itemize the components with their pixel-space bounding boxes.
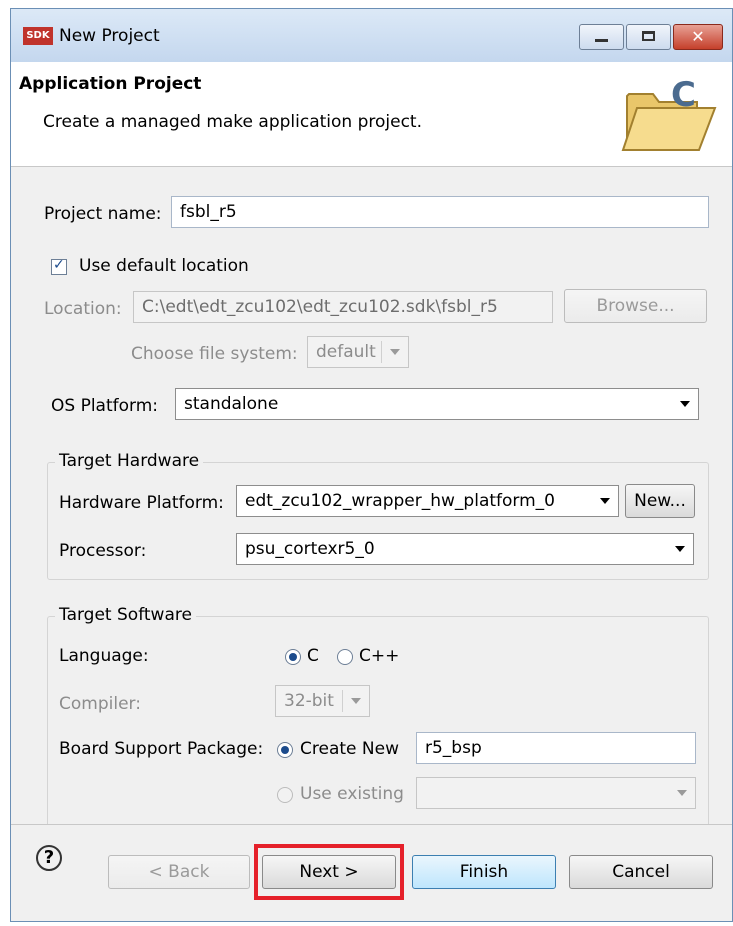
window-title: New Project: [59, 26, 160, 46]
target-hardware-title: Target Hardware: [55, 451, 204, 471]
use-default-location-label: Use default location: [79, 256, 249, 276]
os-platform-value: standalone: [184, 394, 279, 414]
project-name-input[interactable]: fsbl_r5: [171, 196, 709, 228]
language-c-label: C: [307, 646, 319, 666]
chevron-down-icon: [600, 498, 610, 504]
use-existing-bsp-label: Use existing: [300, 784, 404, 804]
os-platform-label: OS Platform:: [51, 396, 158, 416]
help-icon[interactable]: ?: [36, 845, 62, 871]
page-title: Application Project: [19, 74, 202, 94]
checkmark-icon: ✓: [53, 257, 65, 273]
target-software-title: Target Software: [55, 605, 196, 625]
language-label: Language:: [59, 646, 149, 666]
language-cpp-label: C++: [359, 646, 400, 666]
new-project-window: SDK New Project ✕ Application Project Cr…: [10, 8, 733, 922]
new-hardware-platform-button[interactable]: New...: [625, 484, 695, 518]
existing-bsp-select[interactable]: [416, 777, 696, 809]
create-new-bsp-label: Create New: [300, 739, 399, 759]
hardware-platform-label: Hardware Platform:: [59, 493, 224, 513]
chevron-down-icon: [677, 790, 687, 796]
svg-text:C: C: [671, 76, 696, 115]
location-input[interactable]: C:\edt\edt_zcu102\edt_zcu102.sdk\fsbl_r5: [133, 291, 553, 323]
wizard-content: Project name: fsbl_r5 ✓ Use default loca…: [11, 167, 732, 846]
select-separator: [342, 690, 343, 712]
processor-value: psu_cortexr5_0: [245, 539, 375, 559]
compiler-label: Compiler:: [59, 694, 141, 714]
page-description: Create a managed make application projec…: [43, 112, 422, 132]
language-c-radio[interactable]: [285, 649, 301, 665]
project-name-label: Project name:: [44, 204, 162, 224]
create-new-bsp-radio[interactable]: [277, 742, 293, 758]
c-project-folder-icon: C: [621, 76, 717, 151]
select-separator: [381, 341, 382, 363]
file-system-value: default: [316, 342, 376, 362]
cancel-button[interactable]: Cancel: [569, 855, 713, 889]
bsp-label: Board Support Package:: [59, 739, 264, 759]
file-system-label: Choose file system:: [131, 344, 298, 364]
file-system-select[interactable]: default: [307, 336, 409, 368]
language-cpp-radio[interactable]: [337, 649, 353, 665]
hardware-platform-value: edt_zcu102_wrapper_hw_platform_0: [245, 491, 555, 511]
compiler-value: 32-bit: [284, 691, 334, 711]
location-label: Location:: [44, 299, 122, 319]
minimize-button[interactable]: [579, 24, 624, 50]
minimize-icon: [595, 39, 608, 42]
use-existing-bsp-radio[interactable]: [277, 787, 293, 803]
next-button-highlight: [254, 844, 404, 900]
bsp-name-input[interactable]: r5_bsp: [416, 732, 696, 764]
use-default-location-checkbox[interactable]: ✓: [51, 257, 67, 275]
title-bar[interactable]: SDK New Project ✕: [11, 9, 732, 63]
sdk-app-icon: SDK: [23, 27, 53, 45]
maximize-button[interactable]: [626, 24, 671, 50]
wizard-header: Application Project Create a managed mak…: [11, 62, 732, 167]
close-icon: ✕: [691, 27, 705, 46]
close-button[interactable]: ✕: [673, 24, 723, 50]
processor-label: Processor:: [59, 541, 147, 561]
chevron-down-icon: [680, 401, 690, 407]
os-platform-select[interactable]: standalone: [175, 388, 699, 420]
compiler-select[interactable]: 32-bit: [275, 685, 370, 717]
finish-button[interactable]: Finish: [412, 855, 556, 889]
browse-button[interactable]: Browse...: [564, 289, 707, 323]
hardware-platform-select[interactable]: edt_zcu102_wrapper_hw_platform_0: [236, 485, 619, 517]
processor-select[interactable]: psu_cortexr5_0: [236, 533, 694, 565]
chevron-down-icon: [675, 546, 685, 552]
maximize-icon: [642, 31, 655, 41]
chevron-down-icon: [351, 698, 361, 704]
chevron-down-icon: [390, 349, 400, 355]
back-button[interactable]: < Back: [108, 855, 250, 889]
